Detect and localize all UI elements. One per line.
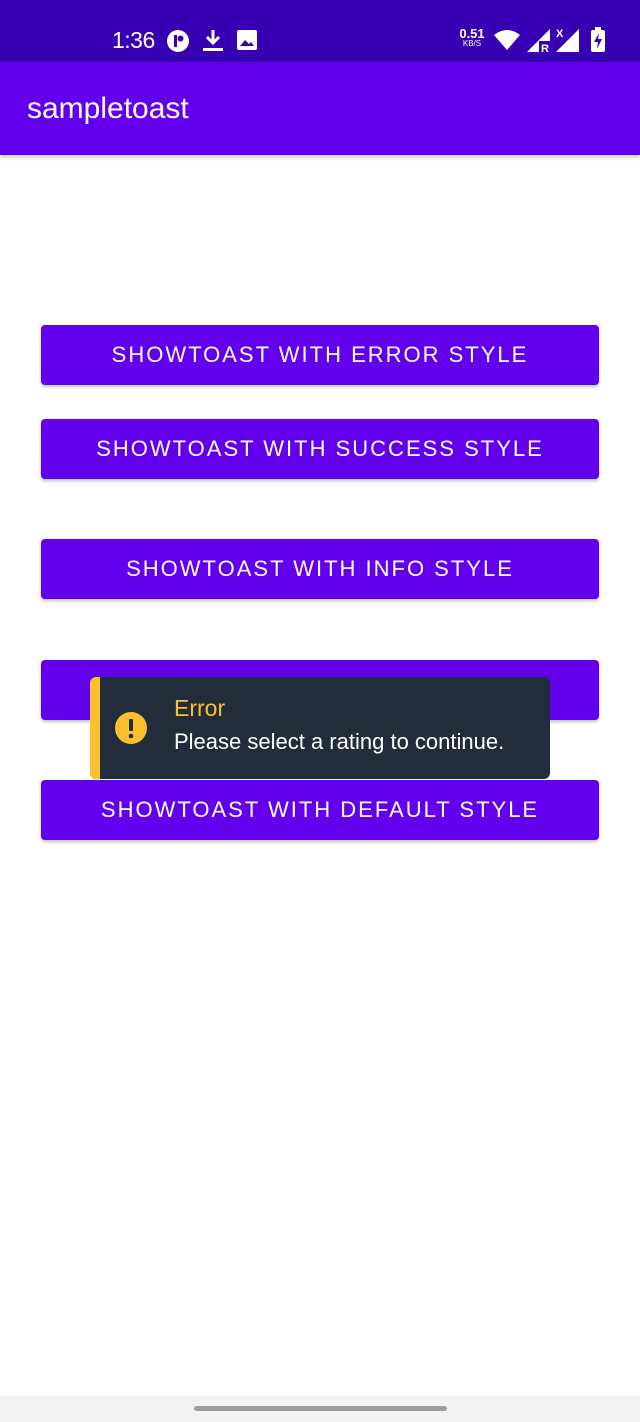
navigation-bar xyxy=(0,1396,640,1422)
status-time: 1:36 xyxy=(112,27,155,53)
show-info-toast-button[interactable]: SHOWTOAST WITH INFO STYLE xyxy=(41,539,599,599)
toast-message: Please select a rating to continue. xyxy=(174,729,505,754)
signal-no-service-icon: X xyxy=(555,27,581,59)
home-gesture-handle[interactable] xyxy=(194,1406,447,1411)
svg-text:R: R xyxy=(541,43,549,54)
show-default-toast-button[interactable]: SHOWTOAST WITH DEFAULT STYLE xyxy=(41,780,599,840)
notification-app-icon xyxy=(166,29,190,58)
alert-icon xyxy=(114,711,148,750)
status-bar: 1:36 0.51 KB/S R X xyxy=(0,0,640,62)
error-toast: Error Please select a rating to continue… xyxy=(90,677,550,779)
show-success-toast-button[interactable]: SHOWTOAST WITH SUCCESS STYLE xyxy=(41,419,599,479)
svg-text:X: X xyxy=(556,28,564,40)
app-bar: sampletoast xyxy=(0,62,640,155)
show-error-toast-button[interactable]: SHOWTOAST WITH ERROR STYLE xyxy=(41,325,599,385)
app-title: sampletoast xyxy=(27,92,189,125)
battery-charging-icon xyxy=(590,27,606,58)
network-speed: 0.51 KB/S xyxy=(458,27,486,48)
toast-accent-bar xyxy=(90,677,100,779)
wifi-icon xyxy=(493,29,521,56)
toast-title: Error xyxy=(174,695,226,721)
signal-roaming-icon: R xyxy=(526,28,552,59)
download-icon xyxy=(201,28,225,57)
image-icon xyxy=(236,29,258,56)
